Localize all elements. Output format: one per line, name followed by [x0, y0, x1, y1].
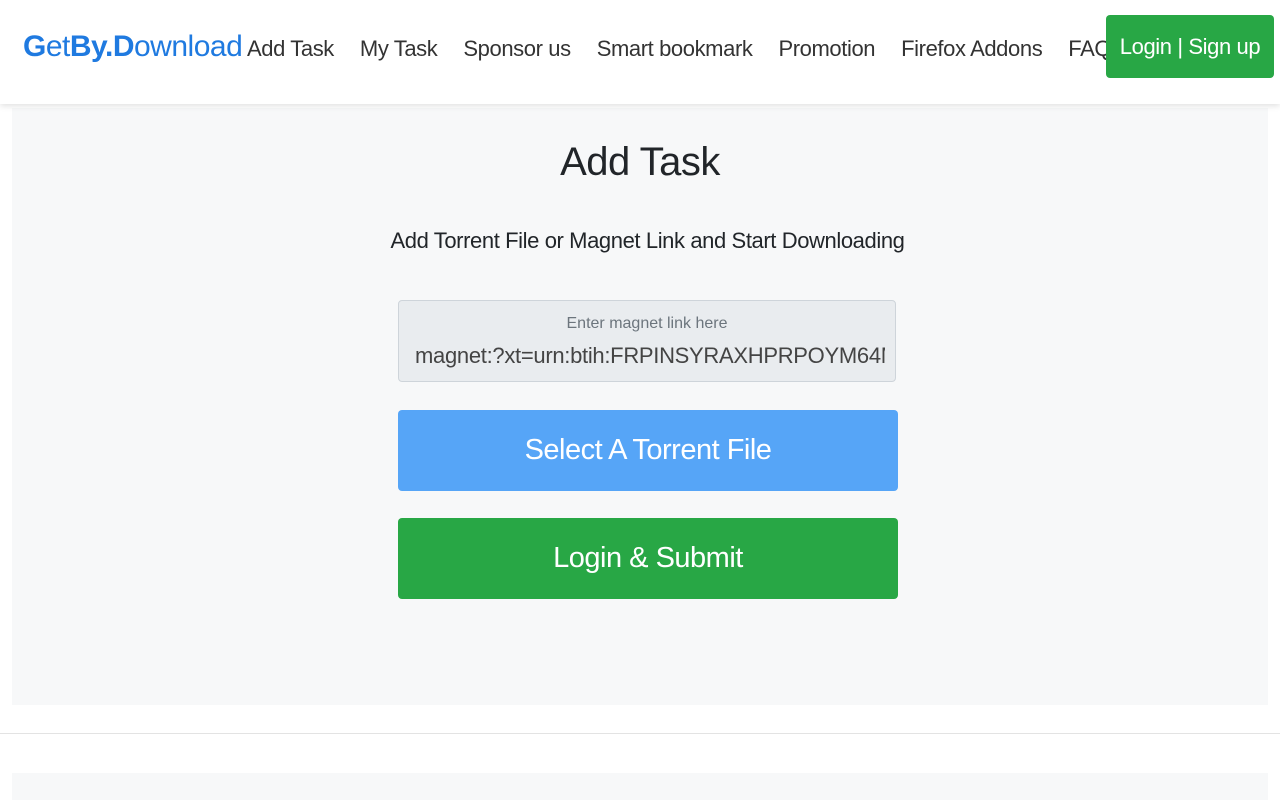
select-torrent-button[interactable]: Select A Torrent File — [398, 410, 898, 491]
logo-part: et — [45, 30, 71, 63]
nav-firefox-addons[interactable]: Firefox Addons — [901, 36, 1043, 62]
logo-part: .D — [105, 30, 135, 63]
nav-smart-bookmark[interactable]: Smart bookmark — [597, 36, 753, 62]
footer-panel — [12, 773, 1268, 800]
nav-promotion[interactable]: Promotion — [778, 36, 875, 62]
nav-faq[interactable]: FAQ — [1068, 36, 1111, 62]
magnet-link-input[interactable] — [415, 343, 885, 369]
nav-my-task[interactable]: My Task — [360, 36, 438, 62]
magnet-link-field[interactable]: Enter magnet link here — [398, 300, 896, 382]
logo-part: By — [69, 30, 106, 63]
login-submit-button[interactable]: Login & Submit — [398, 518, 898, 599]
nav-links: Add Task My Task Sponsor us Smart bookma… — [247, 36, 1137, 62]
divider — [0, 733, 1280, 734]
page-title: Add Task — [560, 140, 720, 184]
nav-add-task[interactable]: Add Task — [247, 36, 334, 62]
logo-link[interactable]: GetBy.Download — [23, 30, 243, 64]
add-task-panel — [12, 108, 1268, 705]
page-subtitle: Add Torrent File or Magnet Link and Star… — [390, 228, 905, 253]
logo-part: ownload — [134, 30, 243, 63]
magnet-link-label: Enter magnet link here — [566, 315, 728, 332]
login-signup-button[interactable]: Login | Sign up — [1106, 15, 1274, 78]
nav-sponsor-us[interactable]: Sponsor us — [463, 36, 571, 62]
logo-part: G — [23, 30, 46, 63]
navbar: GetBy.Download Add Task My Task Sponsor … — [0, 0, 1280, 104]
